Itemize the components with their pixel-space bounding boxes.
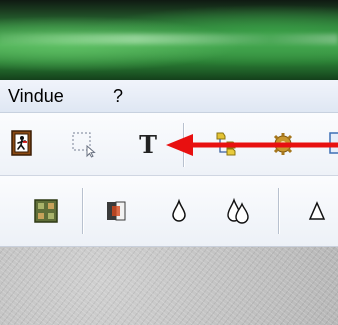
grid-tool-button[interactable] [30, 195, 62, 227]
double-drop-tool-button[interactable] [221, 195, 255, 227]
menu-bar: Vindue ? [0, 80, 338, 113]
exit-door-icon [11, 130, 32, 156]
split-color-icon [107, 201, 126, 221]
grid-pattern-icon [34, 199, 58, 223]
text-tool-button[interactable]: T [132, 127, 164, 161]
toolbar-separator [278, 188, 279, 234]
secondary-toolbar [0, 176, 338, 247]
split-tool-button[interactable] [100, 195, 132, 227]
main-toolbar: T [0, 113, 338, 176]
text-tool-icon: T [139, 129, 157, 159]
annotation-arrow-icon [166, 134, 338, 156]
window-titlebar[interactable] [0, 0, 338, 80]
drop-icon [172, 198, 186, 222]
dashed-selection-icon [72, 132, 96, 158]
titlebar-sheen [0, 34, 338, 44]
exit-tool-button[interactable] [8, 129, 36, 157]
menu-help[interactable]: ? [113, 86, 123, 107]
triangle-icon [308, 201, 326, 220]
drop-tool-button[interactable] [163, 195, 195, 227]
workspace-area[interactable] [0, 247, 338, 325]
double-drop-icon [227, 197, 249, 224]
triangle-tool-button[interactable] [302, 195, 332, 227]
menu-vindue[interactable]: Vindue [8, 86, 64, 107]
select-tool-button[interactable] [68, 129, 100, 159]
toolbar-separator [82, 188, 83, 234]
